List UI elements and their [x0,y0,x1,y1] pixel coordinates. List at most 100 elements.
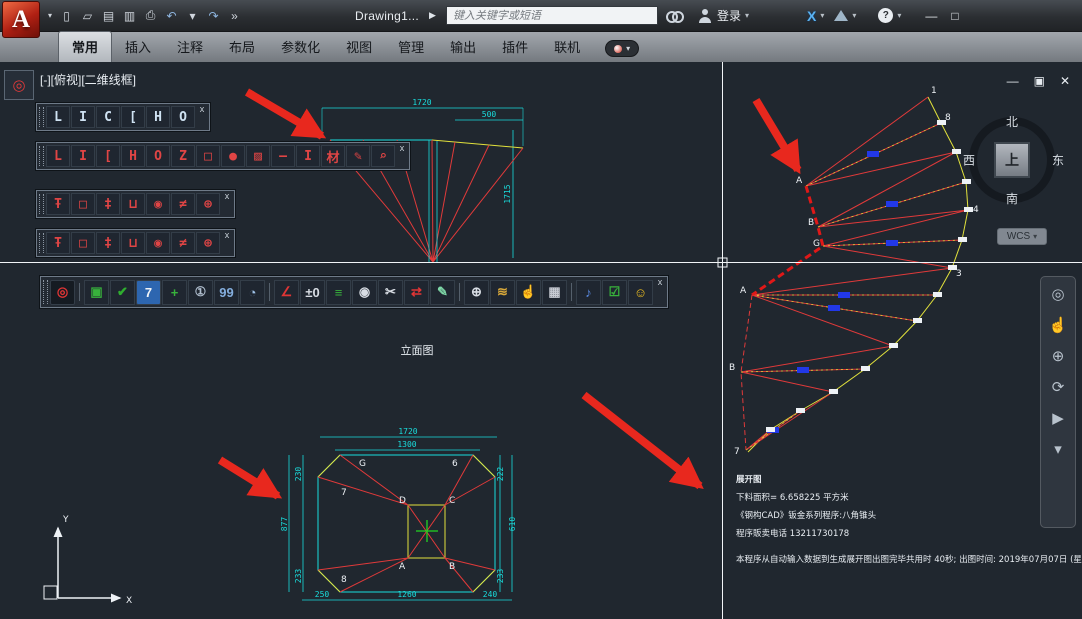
tab-annotate[interactable]: 注释 [164,32,216,62]
exchange-caret-icon[interactable]: ▾ [820,11,824,20]
toolbar-button[interactable]: □ [71,193,95,215]
plus-icon[interactable]: + [162,280,187,305]
toolbar-button[interactable]: [ [121,106,145,128]
toolbar-button[interactable]: ⌕ [371,145,395,167]
toolbar-button[interactable]: ⊔ [121,193,145,215]
open-file-icon[interactable]: ▱ [79,7,96,25]
smiley-icon[interactable]: ☺ [628,280,653,305]
help-caret-icon[interactable]: ▾ [897,11,901,20]
toolbar-button[interactable]: ⊕ [196,193,220,215]
scissors-icon[interactable]: ✂ [378,280,403,305]
app-menu-caret-icon[interactable]: ▾ [48,11,52,20]
number-99-icon[interactable]: 99 [214,280,239,305]
minimize-button[interactable]: — [925,9,937,23]
undo-icon[interactable]: ↶ [163,7,180,25]
toolbar-button[interactable]: ▨ [246,145,270,167]
tab-insert[interactable]: 插入 [112,32,164,62]
docked-tool-button[interactable]: ◎ [4,70,34,100]
autodesk360-caret-icon[interactable]: ▾ [852,11,856,20]
drawing-minimize-button[interactable]: — [1007,74,1019,88]
tab-parametric[interactable]: 参数化 [268,32,333,62]
save-icon[interactable]: ▤ [100,7,117,25]
toolbar-button[interactable]: O [171,106,195,128]
toolbar-button[interactable]: □ [71,232,95,254]
toolbar-close-button[interactable]: x [222,230,232,240]
compass-west-label[interactable]: 西 [963,152,975,169]
toolbar-button[interactable]: ◉ [146,193,170,215]
search-input[interactable] [446,6,658,25]
edit-icon[interactable]: ✎ [430,280,455,305]
toolbar-button[interactable]: ✎ [346,145,370,167]
toolbar-button[interactable]: 材 [321,145,345,167]
calculator-icon[interactable]: ▦ [542,280,567,305]
maximize-button[interactable]: □ [951,9,958,23]
showmotion-icon[interactable]: ▶ [1052,409,1064,427]
viewcube-compass[interactable]: 北 南 西 东 上 [964,112,1060,208]
steering-wheel-icon[interactable]: ◎ [1051,285,1064,303]
toolbar-button[interactable]: — [271,145,295,167]
tab-manage[interactable]: 管理 [385,32,437,62]
toolbar-button[interactable]: ≠ [171,232,195,254]
eye-icon[interactable]: ◉ [352,280,377,305]
toolbar-close-button[interactable]: x [397,143,407,153]
tab-plugins[interactable]: 插件 [489,32,541,62]
orbit-icon[interactable]: ⟳ [1052,378,1065,396]
drawing-restore-button[interactable]: ▣ [1034,74,1045,88]
viewport-controls-label[interactable]: [-][俯视][二维线框] [40,71,136,88]
tolerance-icon[interactable]: ±0 [300,280,325,305]
check-icon[interactable]: ✔ [110,280,135,305]
protractor-icon[interactable]: ◔ [240,280,265,305]
toolbar-close-button[interactable]: x [197,104,207,114]
toolbar-button[interactable]: ‡ [96,232,120,254]
app-menu-button[interactable]: A [2,1,40,38]
toolbar-button[interactable]: C [96,106,120,128]
toolbar-button[interactable]: H [146,106,170,128]
toolbar-button[interactable]: □ [196,145,220,167]
layers-icon[interactable]: ≋ [490,280,515,305]
toolbar-button[interactable]: L [46,145,70,167]
compass-south-label[interactable]: 南 [1006,190,1018,207]
tab-layout[interactable]: 布局 [216,32,268,62]
compass-top-face[interactable]: 上 [994,142,1030,178]
checkbox-icon[interactable]: ☑ [602,280,627,305]
toolbar-button[interactable]: ⊕ [196,232,220,254]
compass-north-label[interactable]: 北 [1006,113,1018,130]
ribbon-style-dropdown[interactable]: ▾ [605,40,639,57]
tab-view[interactable]: 视图 [333,32,385,62]
exchange-x-icon[interactable]: X [807,8,816,24]
redo-icon[interactable]: ↷ [205,7,222,25]
drawing-viewport[interactable]: 1720 500 1715 立面图 1720 1300 [0,62,1082,619]
hand-icon[interactable]: ☝ [516,280,541,305]
search-binoculars-icon[interactable] [666,11,684,20]
toolbar-button[interactable]: ‡ [96,193,120,215]
calendar-7-icon[interactable]: 7 [136,280,161,305]
mlines-icon[interactable]: ≡ [326,280,351,305]
note-icon[interactable]: ♪ [576,280,601,305]
nav-zoom-icon[interactable]: ⊕ [1052,347,1065,365]
toolbar-button[interactable]: L [46,106,70,128]
autodesk360-icon[interactable] [834,10,848,21]
wcs-dropdown[interactable]: WCS ▾ [997,228,1047,245]
undo-caret-icon[interactable]: ▾ [184,7,201,25]
plot-icon[interactable]: ⎙ [142,7,159,25]
grid-icon[interactable]: ▣ [84,280,109,305]
toolbar-button[interactable]: H [121,145,145,167]
toolbar-button[interactable]: I [71,106,95,128]
zoom-icon[interactable]: ⊕ [464,280,489,305]
toolbar-button[interactable]: Z [171,145,195,167]
toolbar-button[interactable]: Ŧ [46,193,70,215]
toolbar-button[interactable]: ● [221,145,245,167]
toolbar-button[interactable]: ≠ [171,193,195,215]
toolbar-button[interactable]: ◉ [146,232,170,254]
drawing-close-button[interactable]: ✕ [1060,74,1070,88]
toolbar-button[interactable]: [ [96,145,120,167]
toolbar-button[interactable]: Ŧ [46,232,70,254]
qat-overflow-icon[interactable]: » [226,7,243,25]
toolbar-button[interactable]: ⊔ [121,232,145,254]
signin-label[interactable]: 登录 [717,7,741,24]
toolbar-close-button[interactable]: x [655,277,665,287]
tab-output[interactable]: 输出 [437,32,489,62]
save-as-icon[interactable]: ▥ [121,7,138,25]
toolbar-button[interactable]: I [296,145,320,167]
tab-home[interactable]: 常用 [58,31,112,62]
